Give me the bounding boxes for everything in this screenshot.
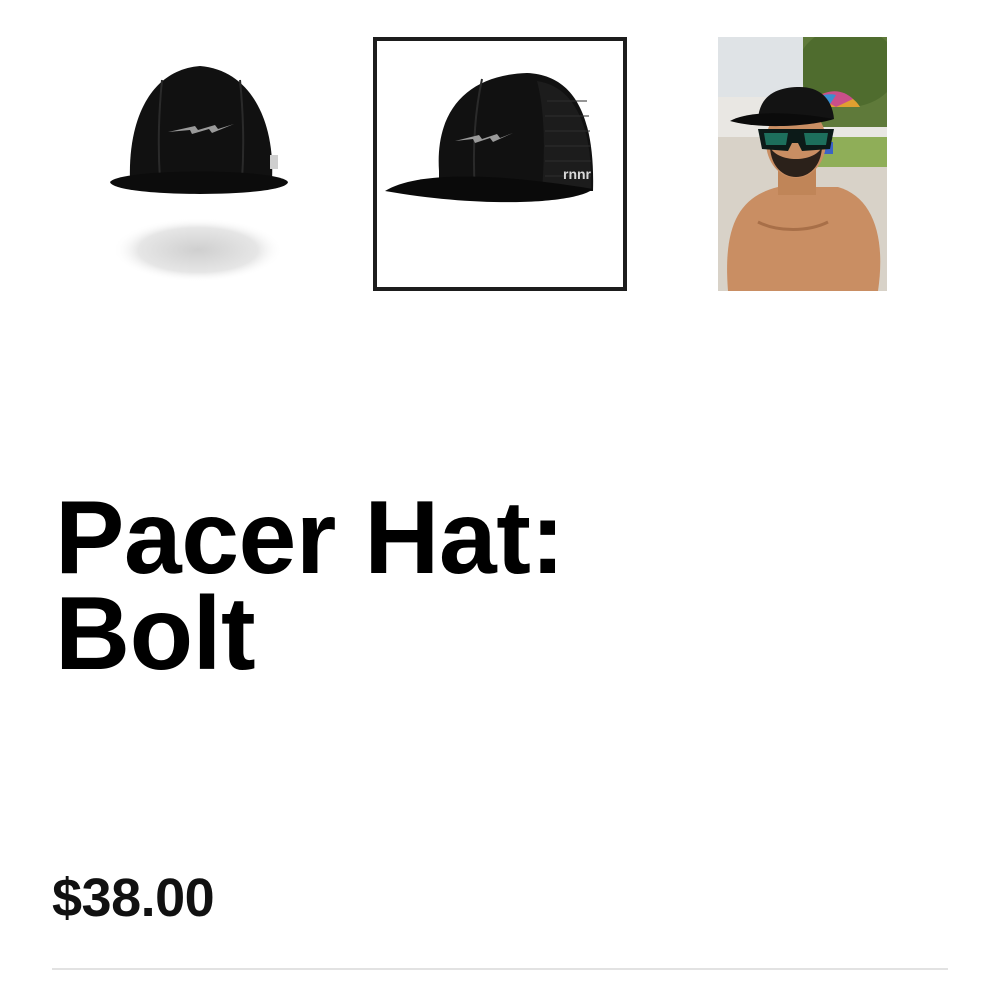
- product-page: rnnr Pacer Hat: Bolt $38.00: [0, 0, 1000, 1000]
- thumbnail-cap-front[interactable]: [100, 40, 300, 290]
- product-price: $38.00: [52, 868, 215, 928]
- rnnr-logo: rnnr: [563, 166, 592, 182]
- cap-front-image: [110, 66, 288, 282]
- thumbnail-cap-side-selected[interactable]: rnnr: [373, 37, 627, 291]
- thumbnail-model-photo[interactable]: [718, 37, 887, 291]
- product-title: Pacer Hat: Bolt: [55, 480, 955, 692]
- model-photo-image: [718, 37, 887, 291]
- cap-side-image: rnnr: [385, 73, 594, 203]
- divider: [52, 968, 948, 970]
- product-title-line-2: Bolt: [55, 576, 256, 692]
- product-title-line-1: Pacer Hat:: [55, 480, 565, 596]
